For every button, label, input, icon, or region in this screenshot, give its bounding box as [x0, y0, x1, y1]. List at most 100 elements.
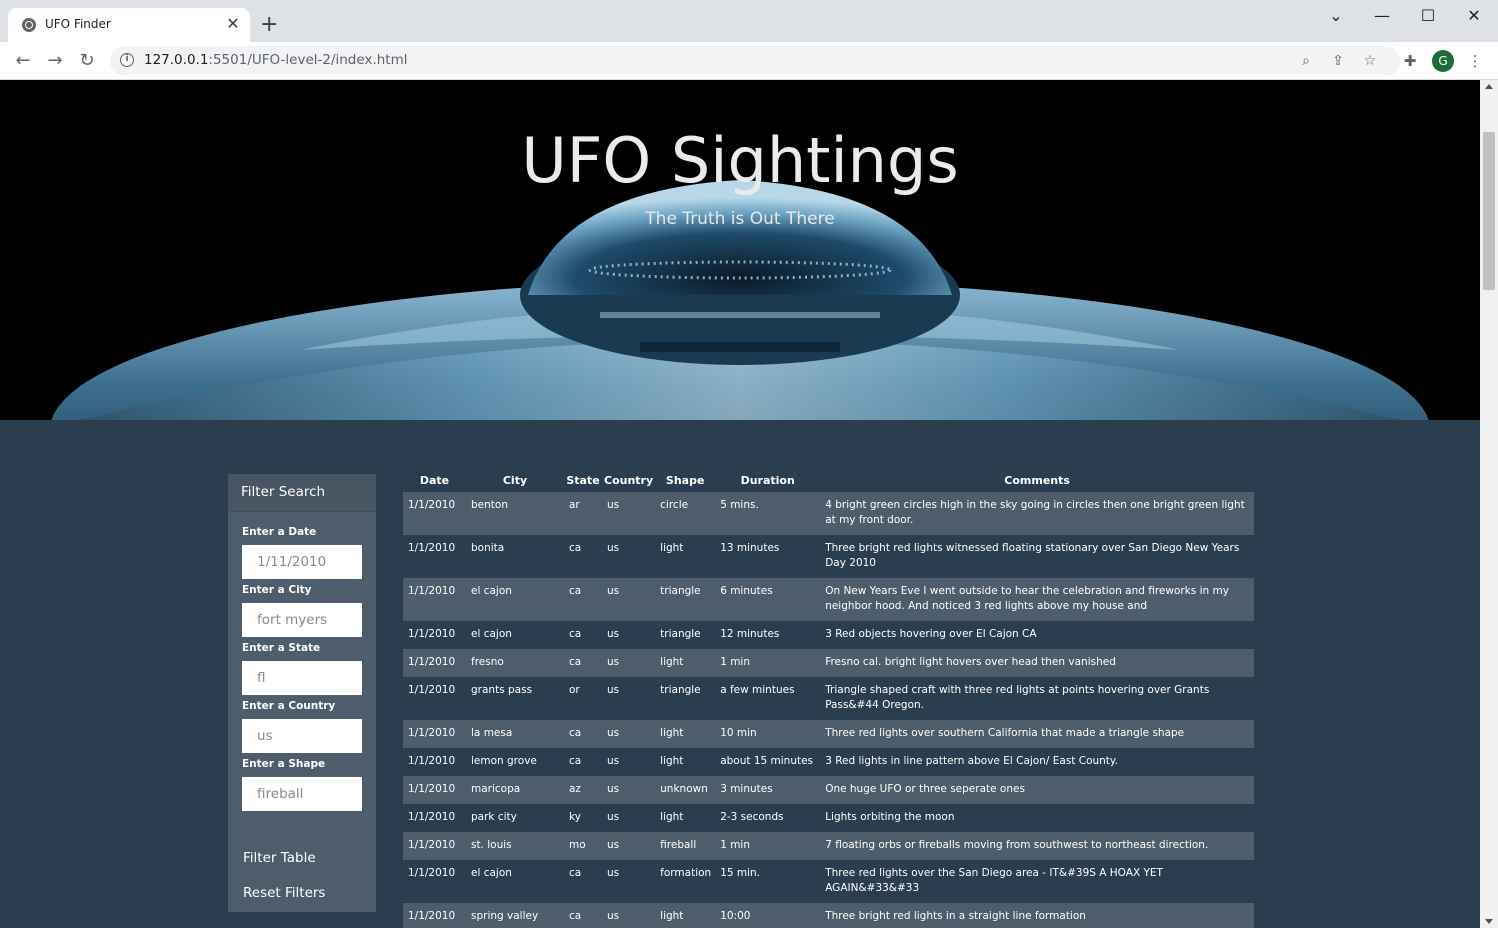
- header-duration: Duration: [740, 473, 795, 487]
- cell-country: us: [607, 499, 620, 511]
- header-country: Country: [604, 473, 654, 487]
- back-icon[interactable]: ←: [12, 50, 34, 72]
- filter-table-button[interactable]: Filter Table: [243, 850, 316, 866]
- table-row: 1/1/2010 la mesa ca us light 10 min Three red …: [403, 720, 1254, 748]
- table-body: 1/1/2010 benton ar us circle 5 mins. 4 bright …: [403, 492, 1254, 928]
- extensions-icon[interactable]: ✚: [1400, 51, 1420, 71]
- table-row: 1/1/2010 lemon grove ca us light about 15 min…: [403, 748, 1254, 776]
- close-window-icon[interactable]: ✕: [1462, 6, 1486, 25]
- sightings-table: Date City State Country Shape Duration C…: [403, 468, 1254, 928]
- cell-date: 1/1/2010: [408, 811, 456, 823]
- cell-city: fresno: [471, 656, 504, 668]
- cell-country: us: [607, 811, 620, 823]
- cell-country: us: [607, 628, 620, 640]
- filter-panel-header: Filter Search: [228, 474, 376, 512]
- avatar[interactable]: G: [1432, 50, 1454, 72]
- close-tab-icon[interactable]: ✕: [224, 15, 242, 33]
- cell-shape: fireball: [660, 839, 697, 851]
- reset-filters-button[interactable]: Reset Filters: [243, 885, 325, 901]
- cell-country: us: [607, 839, 620, 851]
- scroll-up-icon[interactable]: [1485, 84, 1493, 89]
- cell-date: 1/1/2010: [408, 910, 456, 922]
- table-row: 1/1/2010 el cajon ca us formation 15 min. Thre…: [403, 860, 1254, 903]
- cell-comments: One huge UFO or three seperate ones: [825, 783, 1025, 795]
- city-input[interactable]: [242, 603, 362, 637]
- cell-date: 1/1/2010: [408, 839, 456, 851]
- cell-state: az: [569, 783, 581, 795]
- cell-comments: Lights orbiting the moon: [825, 811, 955, 823]
- browser-tab-strip: UFO Finder ✕ + ⌄ — ☐ ✕: [0, 0, 1498, 42]
- cell-duration: 12 minutes: [720, 628, 780, 640]
- cell-comments: Fresno cal. bright light hovers over hea…: [825, 656, 1116, 668]
- cell-state: mo: [569, 839, 586, 851]
- cell-city: bonita: [471, 542, 505, 554]
- tab-search-icon[interactable]: ⌄: [1324, 6, 1348, 25]
- cell-country: us: [607, 542, 620, 554]
- cell-date: 1/1/2010: [408, 585, 456, 597]
- cell-state: ca: [569, 910, 582, 922]
- new-tab-icon[interactable]: +: [260, 14, 278, 36]
- date-input[interactable]: [242, 545, 362, 579]
- cell-comments: 3 Red lights in line pattern above El Ca…: [825, 755, 1118, 767]
- address-bar[interactable]: i 127.0.0.1:5501/UFO-level-2/index.html …: [110, 46, 1400, 76]
- reload-icon[interactable]: ↻: [76, 50, 98, 72]
- cell-city: maricopa: [471, 783, 521, 795]
- table-row: 1/1/2010 el cajon ca us triangle 12 minutes 3 …: [403, 621, 1254, 649]
- country-input[interactable]: [242, 719, 362, 753]
- forward-icon[interactable]: →: [44, 50, 66, 72]
- tab-title: UFO Finder: [45, 17, 111, 31]
- site-info-icon[interactable]: i: [120, 53, 134, 67]
- cell-comments: Three red lights over southern Californi…: [825, 727, 1185, 739]
- country-label: Enter a Country: [242, 700, 336, 712]
- minimize-icon[interactable]: —: [1370, 6, 1394, 25]
- page-scrollbar[interactable]: [1480, 80, 1498, 928]
- scroll-down-icon[interactable]: [1485, 919, 1493, 924]
- state-input[interactable]: [242, 661, 362, 695]
- cell-state: ca: [569, 867, 582, 879]
- table-row: 1/1/2010 st. louis mo us fireball 1 min 7 floa…: [403, 832, 1254, 860]
- hero-banner: UFO Sightings The Truth is Out There: [0, 80, 1480, 420]
- cell-duration: 3 minutes: [720, 783, 773, 795]
- cell-city: st. louis: [471, 839, 512, 851]
- cell-country: us: [607, 727, 620, 739]
- header-city: City: [502, 473, 528, 487]
- menu-icon[interactable]: ⋮: [1465, 51, 1485, 71]
- cell-date: 1/1/2010: [408, 499, 456, 511]
- table-row: 1/1/2010 grants pass or us triangle a few min…: [403, 677, 1254, 720]
- url-text[interactable]: 127.0.0.1:5501/UFO-level-2/index.html: [144, 52, 407, 68]
- shape-input[interactable]: [242, 777, 362, 811]
- cell-state: ca: [569, 755, 582, 767]
- cell-country: us: [607, 867, 620, 879]
- cell-shape: formation: [660, 867, 712, 879]
- cell-state: ca: [569, 542, 582, 554]
- share-icon[interactable]: ⇪: [1328, 51, 1348, 71]
- cell-city: benton: [471, 499, 508, 511]
- cell-comments: 7 floating orbs or fireballs moving from…: [825, 839, 1209, 851]
- cell-city: grants pass: [471, 684, 533, 696]
- cell-duration: about 15 minutes: [720, 755, 814, 767]
- table-row: 1/1/2010 benton ar us circle 5 mins. 4 bright …: [403, 492, 1254, 535]
- cell-shape: triangle: [660, 585, 701, 597]
- shape-label: Enter a Shape: [242, 758, 326, 770]
- cell-country: us: [607, 783, 620, 795]
- cell-shape: triangle: [660, 628, 701, 640]
- cell-state: ca: [569, 628, 582, 640]
- cell-comments: 3 Red objects hovering over El Cajon CA: [825, 628, 1037, 640]
- globe-icon: [22, 18, 36, 32]
- cell-state: or: [569, 684, 580, 696]
- cell-duration: 5 mins.: [720, 499, 759, 511]
- cell-city: el cajon: [471, 867, 512, 879]
- page-subtitle: The Truth is Out There: [645, 209, 835, 229]
- cell-comments: Three bright red lights in a straight li…: [825, 910, 1086, 922]
- cell-shape: light: [660, 811, 684, 823]
- cell-comments: Triangle shaped craft with three red lig…: [825, 684, 1210, 711]
- cell-date: 1/1/2010: [408, 867, 456, 879]
- bookmark-star-icon[interactable]: ☆: [1360, 51, 1380, 71]
- browser-tab[interactable]: UFO Finder ✕: [8, 8, 250, 42]
- page-title: UFO Sightings: [521, 124, 959, 197]
- zoom-icon[interactable]: ⌕: [1296, 51, 1316, 71]
- scrollbar-thumb[interactable]: [1483, 132, 1495, 290]
- maximize-icon[interactable]: ☐: [1416, 6, 1440, 25]
- state-label: Enter a State: [242, 642, 321, 654]
- cell-country: us: [607, 656, 620, 668]
